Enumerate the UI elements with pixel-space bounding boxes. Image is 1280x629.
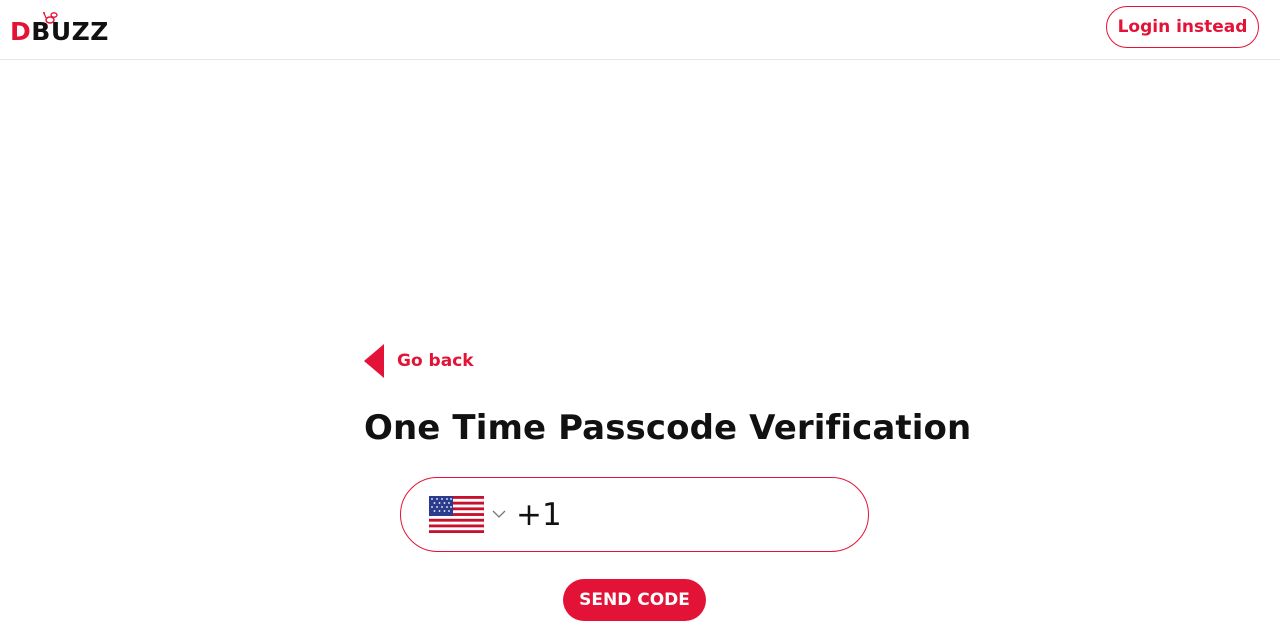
go-back-label: Go back (397, 351, 474, 371)
send-code-button[interactable]: SEND CODE (563, 579, 706, 621)
bee-icon (43, 12, 58, 24)
phone-number-input[interactable] (516, 492, 846, 538)
logo-letter-d: D (10, 17, 32, 46)
go-back-link[interactable]: Go back (364, 344, 474, 378)
dbuzz-logo[interactable]: D BUZZ (10, 10, 109, 44)
back-arrow-icon (364, 344, 384, 378)
login-instead-button[interactable]: Login instead (1106, 6, 1259, 48)
phone-number-field[interactable] (400, 477, 869, 552)
us-flag-icon[interactable] (429, 496, 484, 533)
top-header: D BUZZ Login instead (0, 0, 1280, 60)
chevron-down-icon[interactable] (491, 508, 507, 520)
page-title: One Time Passcode Verification (364, 408, 972, 448)
